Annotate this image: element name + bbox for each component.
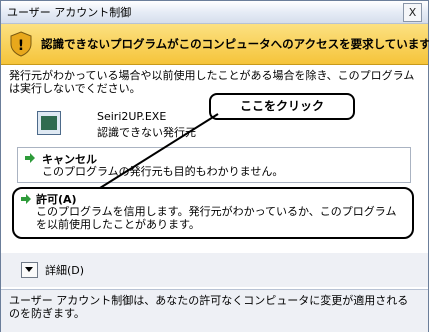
- click-here-callout: ここをクリック: [209, 93, 355, 120]
- green-arrow-icon: [25, 153, 35, 163]
- program-publisher: 認識できない発行元: [97, 126, 196, 139]
- green-arrow-icon: [21, 194, 31, 204]
- program-name: Seiri2UP.EXE: [97, 110, 167, 123]
- details-label[interactable]: 詳細(D): [45, 262, 84, 278]
- banner-text: 認識できないプログラムがこのコンピュータへのアクセスを要求しています: [41, 37, 429, 51]
- cancel-description: このプログラムの発行元も目的もわかりません。: [42, 165, 284, 178]
- program-icon: [37, 111, 61, 135]
- title-bar: ユーザー アカウント制御 X: [1, 1, 428, 24]
- close-button[interactable]: X: [403, 3, 422, 22]
- cancel-option[interactable]: キャンセル このプログラムの発行元も目的もわかりません。: [17, 147, 411, 183]
- footer: ユーザー アカウント制御は、あなたの許可なくコンピュータに変更が適用されるのを防…: [1, 289, 428, 332]
- svg-text:!: !: [18, 38, 24, 54]
- allow-option[interactable]: 許可(A) このプログラムを信用します。発行元がわかっているか、このプログラムを…: [12, 187, 414, 239]
- warning-banner: ! 認識できないプログラムがこのコンピュータへのアクセスを要求しています: [1, 24, 429, 65]
- chevron-down-icon[interactable]: [21, 262, 38, 278]
- details-area: 詳細(D): [1, 253, 428, 287]
- uac-dialog: ユーザー アカウント制御 X ! 認識できないプログラムがこのコンピュータへのア…: [0, 0, 429, 332]
- allow-description: このプログラムを信用します。発行元がわかっているか、このプログラムを以前使用した…: [36, 205, 397, 231]
- intro-text: 発行元がわかっている場合や以前使用したことがある場合を除き、このプログラムは実行…: [9, 69, 415, 95]
- window-title: ユーザー アカウント制御: [7, 6, 132, 19]
- footer-text: ユーザー アカウント制御は、あなたの許可なくコンピュータに変更が適用されるのを防…: [9, 294, 409, 320]
- shield-warning-icon: !: [10, 31, 32, 57]
